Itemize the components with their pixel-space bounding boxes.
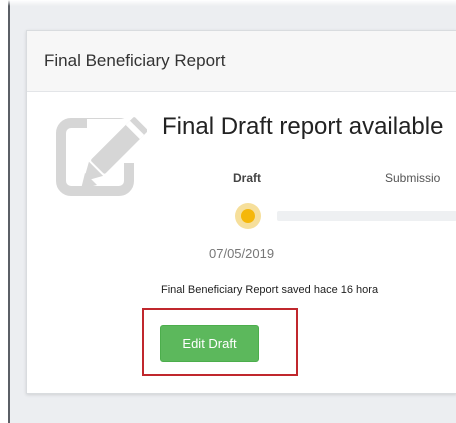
top-edge — [0, 0, 456, 6]
panel-title: Final Beneficiary Report — [44, 51, 226, 70]
saved-note: Final Beneficiary Report saved hace 16 h… — [161, 284, 379, 296]
report-panel: Final Beneficiary Report Final Draft rep… — [26, 30, 456, 394]
step-indicator-draft — [235, 203, 261, 229]
panel-header: Final Beneficiary Report — [27, 31, 456, 92]
step-date-draft: 07/05/2019 — [209, 246, 275, 261]
status-title: Final Draft report available — [162, 113, 444, 140]
edit-document-icon — [56, 117, 147, 196]
step-label-draft: Draft — [233, 171, 262, 185]
step-label-submission: Submissio — [385, 171, 441, 185]
step-indicator-dot — [241, 209, 255, 223]
progress-track — [277, 211, 456, 221]
edit-draft-button[interactable]: Edit Draft — [160, 325, 259, 362]
